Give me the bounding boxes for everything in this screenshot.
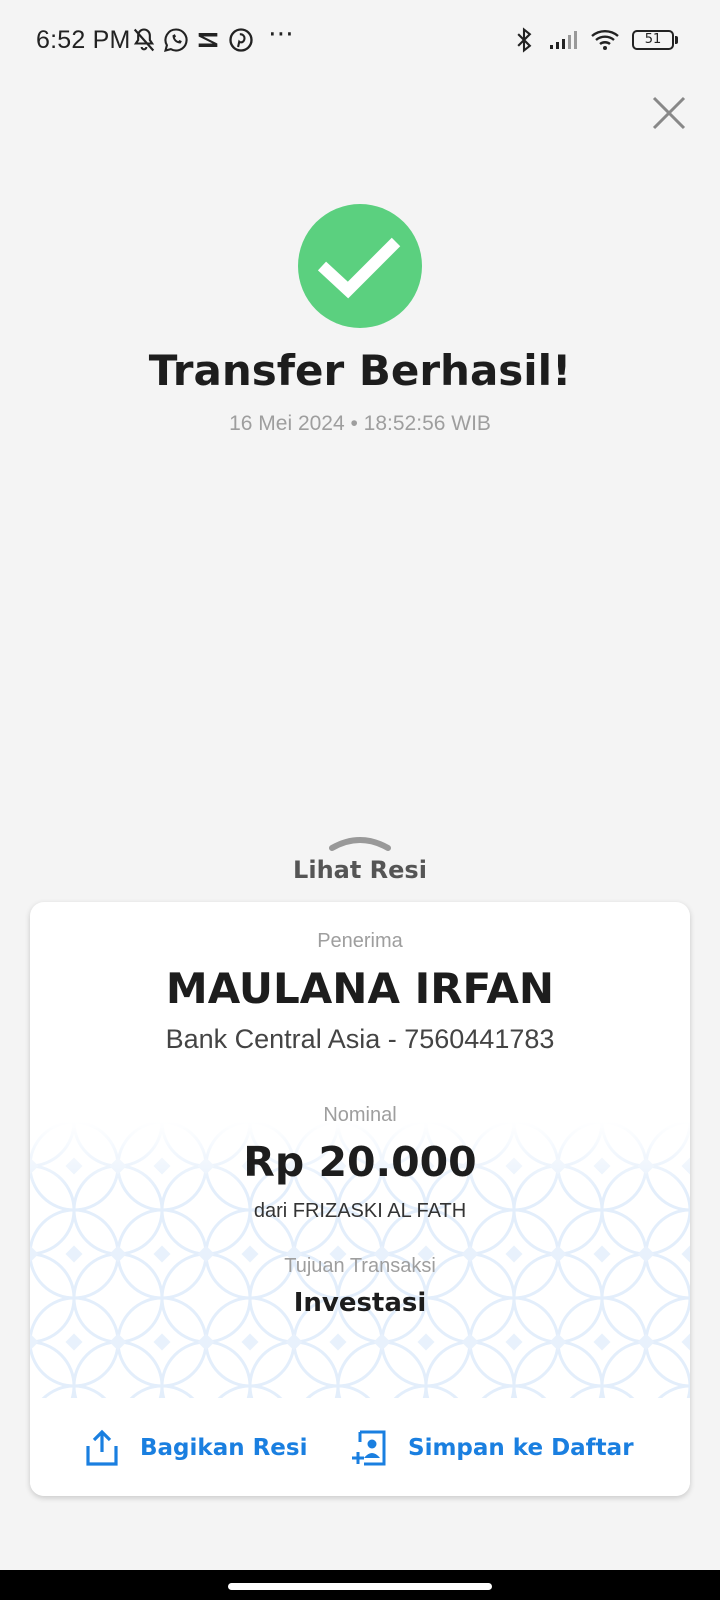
- whatsapp-icon: [164, 28, 188, 52]
- amount-label: Nominal: [323, 1104, 397, 1126]
- add-contact-icon: [352, 1430, 386, 1466]
- status-time: 6:52 PM: [36, 26, 131, 54]
- recipient-bank-account: Bank Central Asia - 7560441783: [165, 1024, 555, 1054]
- signal-icon: [550, 31, 577, 49]
- battery-icon: 51: [632, 30, 678, 50]
- view-receipt-toggle[interactable]: Lihat Resi: [0, 856, 720, 884]
- recipient-label: Penerima: [317, 930, 403, 952]
- sender-name: dari FRIZASKI AL FATH: [253, 1200, 467, 1222]
- purpose-label: Tujuan Transaksi: [284, 1255, 436, 1277]
- transaction-datetime: 16 Mei 2024 • 18:52:56 WIB: [229, 412, 491, 435]
- more-dots-icon: ⋯: [268, 18, 296, 48]
- capcut-icon: [198, 33, 218, 47]
- transfer-amount: Rp 20.000: [243, 1138, 477, 1186]
- check-circle-icon: [298, 204, 422, 328]
- save-to-list-button[interactable]: Simpan ke Daftar: [350, 1428, 634, 1468]
- mute-bell-icon: [133, 28, 155, 52]
- status-bar: 6:52 PM ⋯ 51: [0, 0, 720, 80]
- share-receipt-label: Bagikan Resi: [140, 1435, 308, 1461]
- pinterest-icon: [229, 28, 253, 52]
- chevron-up-icon[interactable]: [328, 834, 392, 852]
- wifi-icon: [591, 30, 619, 50]
- transfer-success-screen: 6:52 PM ⋯ 51 Transfer Berhasil! 16 Mei 2…: [0, 0, 720, 1600]
- save-to-list-label: Simpan ke Daftar: [408, 1435, 634, 1461]
- bluetooth-icon: [517, 27, 532, 53]
- recipient-name: MAULANA IRFAN: [165, 964, 555, 1013]
- receipt-card: Penerima MAULANA IRFAN Bank Central Asia…: [30, 902, 690, 1496]
- share-icon: [86, 1429, 118, 1466]
- success-title: Transfer Berhasil!: [148, 346, 572, 395]
- receipt-actions: Bagikan Resi Simpan ke Daftar: [30, 1398, 690, 1496]
- share-receipt-button[interactable]: Bagikan Resi: [82, 1428, 307, 1468]
- transaction-purpose: Investasi: [293, 1288, 427, 1318]
- close-icon[interactable]: [650, 94, 688, 132]
- home-indicator[interactable]: [228, 1583, 492, 1590]
